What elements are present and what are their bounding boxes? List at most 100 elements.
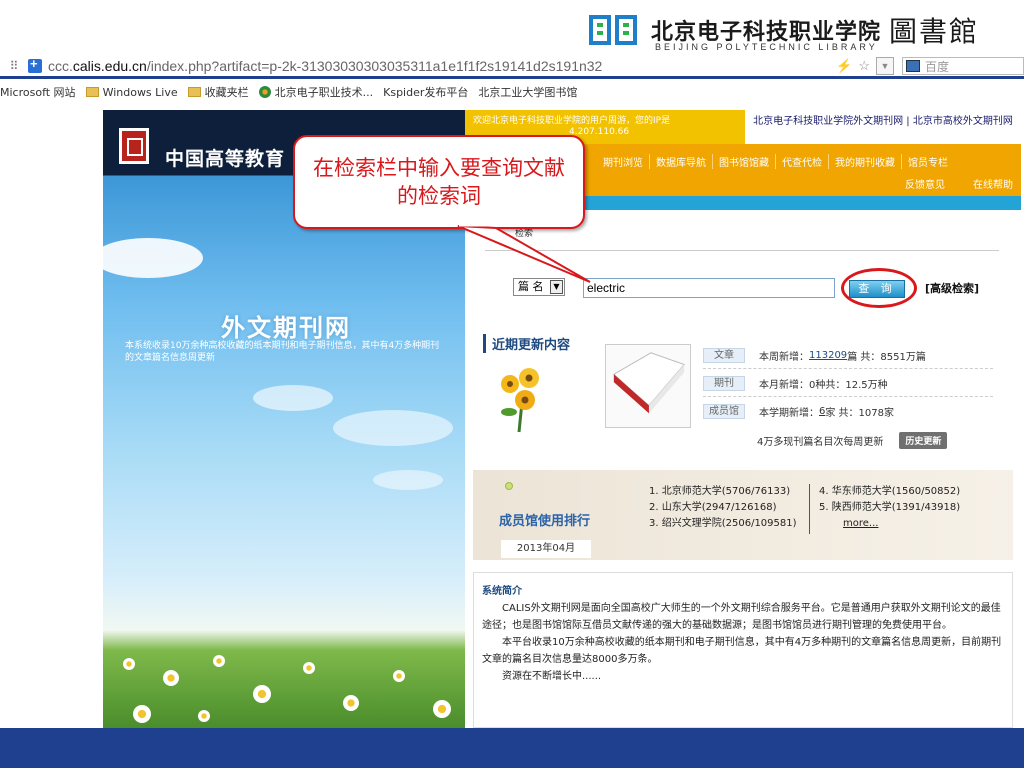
daisy-decoration: [433, 700, 451, 718]
intro-title: 系统简介: [482, 586, 522, 597]
stat-pre: 本月新增：: [759, 380, 809, 391]
calis-logo-icon: [119, 128, 149, 164]
divider: [703, 396, 993, 397]
folder-icon: [187, 87, 201, 97]
dot-decoration: [505, 482, 513, 490]
cloud-decoration: [373, 470, 443, 490]
slide: 北京电子科技职业学院 圖書館 BEIJING POLYTECHNIC LIBRA…: [0, 0, 1024, 768]
highlight-oval: [841, 268, 917, 308]
site-links[interactable]: 北京电子科技职业学院外文期刊网 | 北京市高校外文期刊网: [745, 110, 1021, 144]
daisy-decoration: [343, 695, 359, 711]
library-name: 圖書館: [889, 15, 980, 48]
nav-librarian-column[interactable]: 馆员专栏: [902, 154, 954, 169]
ranking-item[interactable]: 2. 山东大学(2947/126168): [649, 500, 797, 516]
stat-count-link[interactable]: 113209: [809, 350, 847, 361]
bookmark-label: Kspider发布平台: [383, 86, 469, 99]
intro-panel: 系统简介 CALIS外文期刊网是面向全国高校广大师生的一个外文期刊综合服务平台。…: [473, 572, 1013, 728]
daisy-decoration: [213, 655, 225, 667]
browser-search-input[interactable]: 百度: [902, 57, 1024, 75]
stat-pre: 本学期新增：: [759, 408, 819, 419]
stat-pre: 本周新增：: [759, 352, 809, 363]
bookmark-bjpt[interactable]: 北京电子职业技术...: [258, 84, 374, 100]
url-domain: calis.edu.cn: [72, 58, 147, 74]
ranking-item[interactable]: 1. 北京师范大学(5706/76133): [649, 484, 797, 500]
search-field-value: 篇 名: [518, 280, 544, 293]
stat-tag: 文章: [703, 348, 745, 363]
bookmark-bjut-library[interactable]: 北京工业大学图书馆: [103, 84, 578, 204]
ranking-item[interactable]: 3. 绍兴文理学院(2506/109581): [649, 516, 797, 532]
nav-feedback[interactable]: 反馈意见: [905, 176, 945, 191]
callout-text: 在检索栏中输入要查询文献的检索词: [313, 156, 565, 208]
ranking-item[interactable]: 5. 陕西师范大学(1391/43918): [819, 500, 960, 516]
welcome-text: 欢迎北京电子科技职业学院的用户周游，您的IP是: [473, 116, 671, 126]
address-icons: ⚡ ☆ ▼: [836, 57, 894, 75]
stat-tag: 期刊: [703, 376, 745, 391]
divider: [703, 368, 993, 369]
stat-post: 家 共：1078家: [825, 408, 895, 419]
search-engine-icon: [906, 60, 920, 72]
update-note-row: 4万多现刊篇名目次每周更新 历史更新: [757, 432, 948, 449]
nav-my-favorites[interactable]: 我的期刊收藏: [829, 154, 902, 169]
ranking-list-left: 1. 北京师范大学(5706/76133) 2. 山东大学(2947/12616…: [649, 484, 797, 532]
sunflower-icon: [501, 368, 539, 433]
search-field-select[interactable]: 篇 名 ▼: [513, 278, 565, 296]
stat-post: 共：12.5万种: [825, 380, 888, 391]
site-description: 本系统收录10万余种高校收藏的纸本期刊和电子期刊信息，其中有4万多种期刊的文章篇…: [125, 341, 440, 363]
stat-row-journals: 期刊 本月新增： 0种 共：12.5万种: [703, 376, 888, 391]
cloud-decoration: [253, 385, 333, 411]
daisy-decoration: [133, 705, 151, 723]
ranking-item[interactable]: 4. 华东师范大学(1560/50852): [819, 484, 960, 500]
daisy-decoration: [198, 710, 210, 722]
search-placeholder: 百度: [925, 60, 950, 74]
bookmark-windows-live[interactable]: Windows Live: [85, 85, 178, 99]
flower-icon: [258, 86, 271, 98]
cloud-decoration: [103, 238, 203, 278]
library-logo: 北京电子科技职业学院 圖書館 BEIJING POLYTECHNIC LIBRA…: [585, 8, 979, 52]
history-update-button[interactable]: 历史更新: [899, 432, 948, 449]
bookmark-label: Microsoft 网站: [0, 86, 76, 99]
stat-row-members: 成员馆 本学期新增： 6 家 共：1078家: [703, 404, 894, 419]
bookmark-microsoft[interactable]: Microsoft 网站: [0, 84, 76, 100]
dropdown-icon[interactable]: ▼: [876, 57, 894, 75]
stat-post: 篇 共：8551万篇: [847, 352, 926, 363]
update-note: 4万多现刊篇名目次每周更新: [757, 437, 884, 448]
grip-icon: ⠿: [9, 59, 19, 73]
stat-row-articles: 文章 本周新增： 113209 篇 共：8551万篇: [703, 348, 926, 363]
footer-band: [0, 728, 1024, 768]
nav-items: 期刊浏览 数据库导航 图书馆馆藏 代查代检 我的期刊收藏 馆员专栏: [597, 154, 954, 169]
header-rule: [0, 76, 1024, 79]
bookmark-label: 收藏夹栏: [204, 86, 249, 99]
daisy-decoration: [303, 662, 315, 674]
divider: [809, 484, 810, 534]
advanced-search-link[interactable]: [高级检索]: [925, 280, 979, 296]
bookmark-label: 北京工业大学图书馆: [478, 86, 578, 99]
search-input[interactable]: electric: [583, 278, 835, 298]
star-icon[interactable]: ☆: [858, 58, 870, 74]
bookmark-label: 北京电子职业技术...: [274, 86, 374, 99]
site-title: 中国高等教育: [165, 148, 286, 170]
more-link[interactable]: more...: [819, 516, 960, 532]
stat-tag: 成员馆: [703, 404, 745, 419]
recent-heading: 近期更新内容: [483, 334, 570, 353]
address-bar[interactable]: ⠿ ccc.calis.edu.cn/index.php?artifact=p-…: [0, 54, 1024, 78]
nav-search-service[interactable]: 代查代检: [776, 154, 829, 169]
nav-journal-browse[interactable]: 期刊浏览: [597, 154, 650, 169]
lightning-icon[interactable]: ⚡: [836, 58, 852, 74]
daisy-decoration: [123, 658, 135, 670]
bookmarks-bar: Microsoft 网站 Windows Live 收藏夹栏 北京电子职业技术.…: [0, 82, 587, 204]
instruction-callout: 在检索栏中输入要查询文献的检索词: [293, 135, 585, 229]
nav-online-help[interactable]: 在线帮助: [973, 176, 1013, 191]
daisy-decoration: [253, 685, 271, 703]
daisy-decoration: [163, 670, 179, 686]
ranking-list-right: 4. 华东师范大学(1560/50852) 5. 陕西师范大学(1391/439…: [819, 484, 960, 532]
nav-database-guide[interactable]: 数据库导航: [650, 154, 713, 169]
ranking-date: 2013年04月: [501, 540, 591, 558]
bookmark-favorites-bar[interactable]: 收藏夹栏: [187, 84, 249, 100]
site-big-title: 外文期刊网: [221, 313, 351, 342]
chevron-down-icon: ▼: [550, 280, 563, 294]
bookmark-kspider[interactable]: Kspider发布平台: [103, 84, 469, 204]
intro-paragraph: 本平台收录10万余种高校收藏的纸本期刊和电子期刊信息，其中有4万多种期刊的文章篇…: [482, 637, 1002, 665]
bookmark-label: Windows Live: [102, 85, 178, 99]
nav-library-holdings[interactable]: 图书馆馆藏: [713, 154, 776, 169]
daisy-decoration: [393, 670, 405, 682]
